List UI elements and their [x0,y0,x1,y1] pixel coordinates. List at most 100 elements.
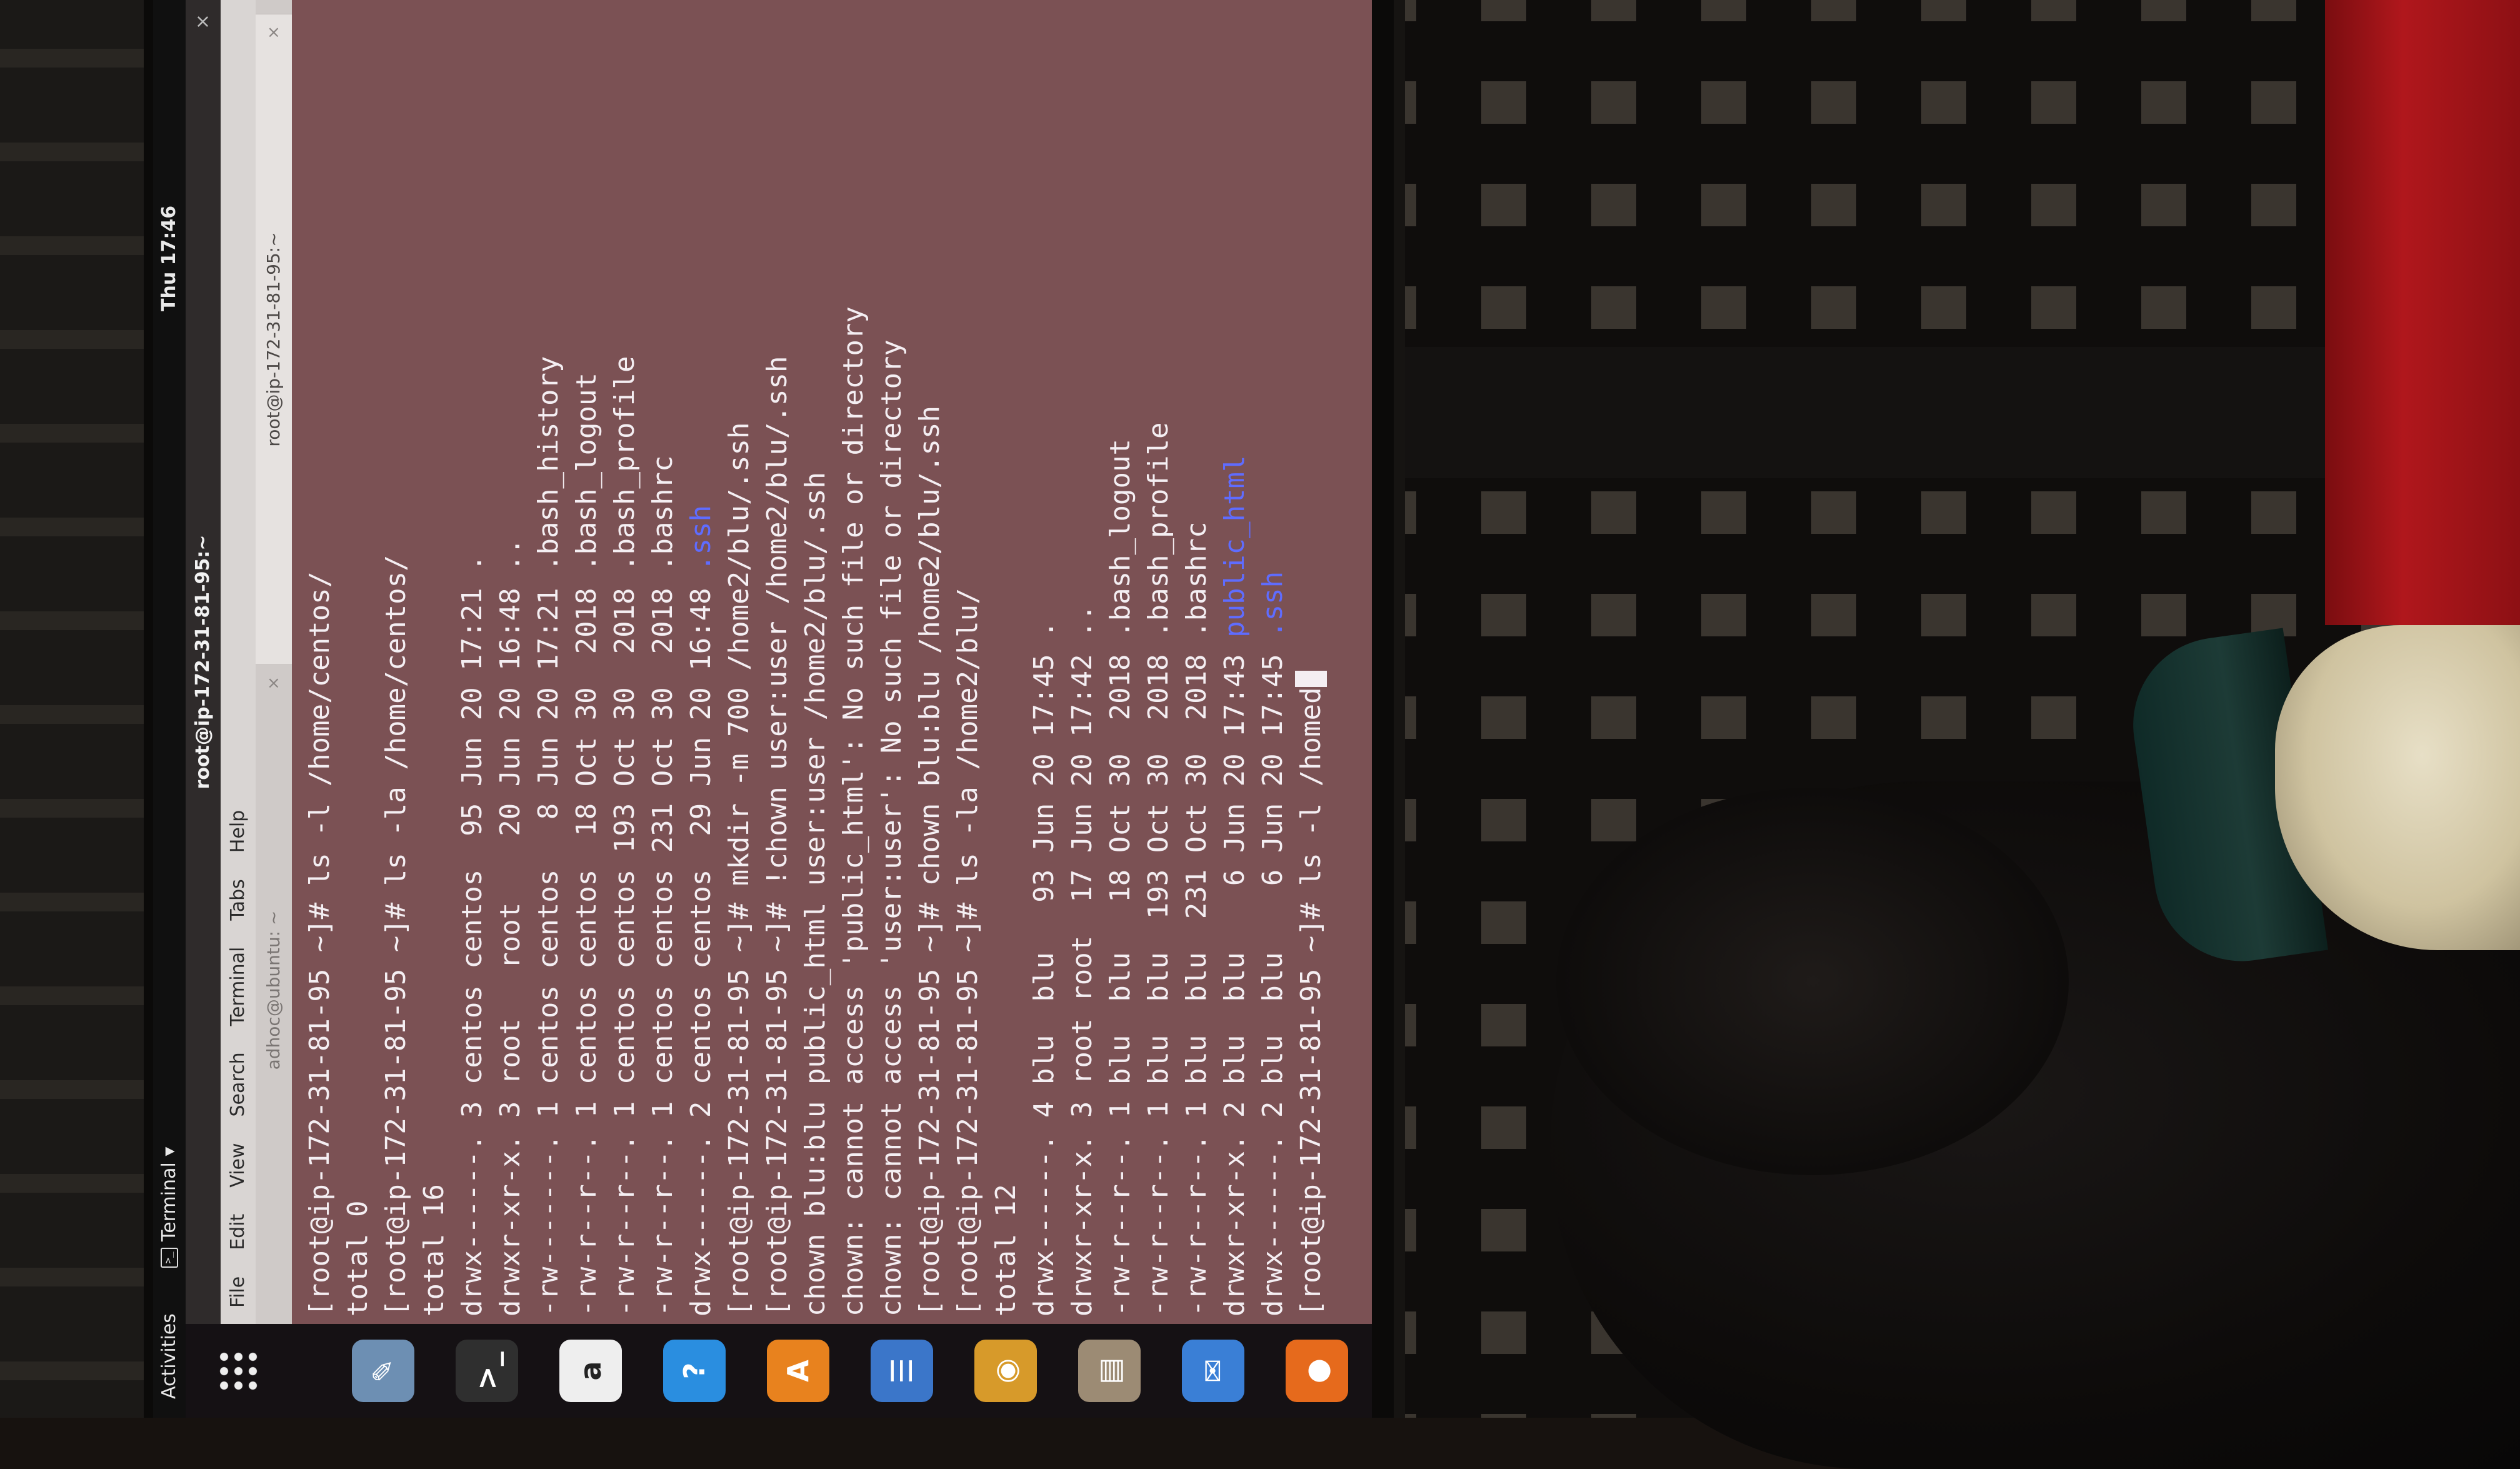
terminal-line-text: drwx------. 2 centos centos 29 Jun 20 16… [685,571,717,1316]
terminal-line-text: [root@ip-172-31-81-95 ~]# ls -la /home2/… [952,588,984,1316]
tab-bar: adhoc@ubuntu: ~ × root@ip-172-31-81-95:~… [256,0,292,1324]
red-panel [2325,0,2520,625]
terminal-line-text: total 0 [342,1200,374,1316]
terminal-line-text: chown: cannot access 'public_html': No s… [838,306,869,1316]
terminal-line-text: [root@ip-172-31-81-95 ~]# chown blu:blu … [914,406,946,1316]
amazon-icon[interactable]: a [559,1340,622,1402]
terminal-line: chown blu:blu public_html user:user /hom… [796,0,834,1316]
libreoffice-writer-icon[interactable]: ☰ [871,1340,933,1402]
tab-label: adhoc@ubuntu: ~ [263,910,284,1070]
terminal-line-text: drwxr-xr-x. 3 root root 20 Jun 20 16:48 … [494,538,526,1316]
tab-adhoc[interactable]: adhoc@ubuntu: ~ × [256,664,292,1315]
tab-label: root@ip-172-31-81-95:~ [263,232,284,447]
terminal-line-text: -rw-r--r--. 1 centos centos 193 Oct 30 2… [609,356,641,1316]
clock[interactable]: Thu 17:46 [153,206,186,311]
software-center-icon[interactable]: A [767,1340,829,1402]
terminal-line-text: [root@ip-172-31-81-95 ~]# !chown user:us… [761,356,793,1316]
close-window-icon[interactable]: × [186,14,221,29]
terminal-icon[interactable]: >_ [456,1340,518,1402]
terminal-line-text: -rw-r--r--. 1 blu blu 193 Oct 30 2018 .b… [1142,422,1174,1316]
activities-button[interactable]: Activities [153,1313,186,1399]
terminal-line: [root@ip-172-31-81-95 ~]# mkdir -m 700 /… [720,0,758,1316]
menu-tabs[interactable]: Tabs [221,879,256,920]
terminal-window: root@ip-172-31-81-95:~ × File Edit View … [186,0,1372,1324]
terminal-line: drwxr-xr-x. 3 root root 20 Jun 20 16:48 … [491,0,529,1316]
terminal-line-text: total 16 [418,1184,450,1316]
terminal-line-text: [root@ip-172-31-81-95 ~]# ls -la /home/c… [380,554,412,1316]
terminal-line-text: [root@ip-172-31-81-95 ~]# mkdir -m 700 /… [723,422,755,1316]
show-applications-icon[interactable] [217,1349,261,1393]
menu-terminal[interactable]: Terminal [221,947,256,1026]
menu-file[interactable]: File [221,1276,256,1308]
terminal-line: [root@ip-172-31-81-95 ~]# !chown user:us… [758,0,796,1316]
menu-edit[interactable]: Edit [221,1214,256,1250]
terminal-line: -rw-r--r--. 1 centos centos 18 Oct 30 20… [568,0,606,1316]
terminal-line: -rw-r--r--. 1 centos centos 231 Oct 30 2… [644,0,682,1317]
terminal-line-text: -rw-r--r--. 1 centos centos 231 Oct 30 2… [647,455,679,1317]
menu-bar: File Edit View Search Terminal Tabs Help [221,0,256,1324]
terminal-line: -rw-------. 1 centos centos 8 Jun 20 17:… [529,0,568,1316]
terminal-line: drwx------. 3 centos centos 95 Jun 20 17… [453,0,491,1316]
window-title: root@ip-172-31-81-95:~ [192,534,214,790]
terminal-line: total 16 [415,0,453,1316]
directory-name: .ssh [685,504,717,571]
terminal-line-text: chown: cannot access 'user:user': No suc… [876,339,908,1316]
terminal-line-text: drwxr-xr-x. 2 blu blu 6 Jun 20 17:43 [1219,637,1251,1316]
terminal-line: [root@ip-172-31-81-95 ~]# ls -la /home/c… [377,0,415,1316]
text-cursor [1295,670,1327,688]
terminal-line-text: [root@ip-172-31-81-95 ~]# ls -l /home/ce… [304,571,336,1316]
terminal-line: [root@ip-172-31-81-95 ~]# chown blu:blu … [911,0,949,1316]
terminal-line-text: -rw-------. 1 centos centos 8 Jun 20 17:… [532,356,564,1316]
directory-name: .ssh [1257,571,1289,638]
terminal-line: drwx------. 2 centos centos 29 Jun 20 16… [682,0,720,1316]
terminal-line: -rw-r--r--. 1 blu blu 18 Oct 30 2018 .ba… [1101,0,1139,1316]
terminal-line: drwxr-xr-x. 2 blu blu 6 Jun 20 17:43 pub… [1216,0,1254,1316]
terminal-line: drwx------. 2 blu blu 6 Jun 20 17:45 .ss… [1254,0,1292,1316]
terminal-line-text: -rw-r--r--. 1 blu blu 231 Oct 30 2018 .b… [1181,521,1212,1316]
terminal-icon: >_ [161,1248,178,1268]
terminal-line: -rw-r--r--. 1 blu blu 193 Oct 30 2018 .b… [1139,0,1178,1316]
rhythmbox-icon[interactable]: ◉ [974,1340,1037,1402]
terminal-output[interactable]: [root@ip-172-31-81-95 ~]# ls -l /home/ce… [292,0,1372,1324]
terminal-line: [root@ip-172-31-81-95 ~]# ls -la /home2/… [949,0,987,1316]
terminal-line-text: total 12 [990,1184,1022,1316]
terminal-line-text: drwx------. 2 blu blu 6 Jun 20 17:45 [1257,637,1289,1316]
desktop: Activities >_ Terminal ▾ Thu 17:46 ● ✉ ▤ ◉ ☰… [153,0,1372,1418]
terminal-line: -rw-r--r--. 1 blu blu 231 Oct 30 2018 .b… [1178,0,1216,1316]
editor-icon[interactable]: ✎ [352,1340,414,1402]
terminal-line: drwx------. 4 blu blu 93 Jun 20 17:45 . [1025,0,1063,1316]
terminal-line: [root@ip-172-31-81-95 ~]# ls -l /home/ce… [301,0,339,1316]
tab-root[interactable]: root@ip-172-31-81-95:~ × [256,14,292,664]
terminal-line-text: -rw-r--r--. 1 centos centos 18 Oct 30 20… [571,373,602,1316]
dock: ● ✉ ▤ ◉ ☰ A? a >_ ✎ [186,1324,1372,1418]
close-tab-icon[interactable]: × [256,676,292,690]
directory-name: public_html [1219,455,1251,638]
menu-view[interactable]: View [221,1143,256,1187]
monitor-screen: Activities >_ Terminal ▾ Thu 17:46 ● ✉ ▤ ◉ ☰… [153,0,1372,1418]
menu-search[interactable]: Search [221,1052,256,1116]
wall-background [0,0,166,1418]
terminal-line-text: [root@ip-172-31-81-95 ~]# ls -l /homed [1295,687,1327,1316]
terminal-line: chown: cannot access 'public_html': No s… [834,0,872,1316]
photo-scene: Activities >_ Terminal ▾ Thu 17:46 ● ✉ ▤ ◉ ☰… [0,0,2520,1469]
top-bar: Activities >_ Terminal ▾ Thu 17:46 [153,0,186,1418]
files-icon[interactable]: ▤ [1078,1340,1141,1402]
close-tab-icon[interactable]: × [256,26,292,39]
help-icon[interactable]: ? [663,1340,726,1402]
app-menu[interactable]: >_ Terminal ▾ [153,1147,186,1268]
terminal-line: total 12 [987,0,1025,1316]
terminal-line-text: -rw-r--r--. 1 blu blu 18 Oct 30 2018 .ba… [1104,439,1136,1316]
terminal-line: drwxr-xr-x. 3 root root 17 Jun 20 17:42 … [1063,0,1101,1316]
firefox-icon[interactable]: ● [1286,1340,1348,1402]
terminal-line-text: drwx------. 4 blu blu 93 Jun 20 17:45 . [1028,621,1060,1316]
terminal-line-text: drwxr-xr-x. 3 root root 17 Jun 20 17:42 … [1066,604,1098,1316]
viewer-hair [1556,788,2069,1175]
thunderbird-icon[interactable]: ✉ [1182,1340,1244,1402]
window-titlebar[interactable]: root@ip-172-31-81-95:~ × [186,0,221,1324]
app-menu-label: Terminal ▾ [158,1146,180,1241]
terminal-line: chown: cannot access 'user:user': No suc… [872,0,911,1316]
terminal-line-text: drwx------. 3 centos centos 95 Jun 20 17… [456,554,488,1316]
terminal-line: -rw-r--r--. 1 centos centos 193 Oct 30 2… [606,0,644,1316]
menu-help[interactable]: Help [221,810,256,853]
terminal-line-text: chown blu:blu public_html user:user /hom… [799,471,831,1316]
